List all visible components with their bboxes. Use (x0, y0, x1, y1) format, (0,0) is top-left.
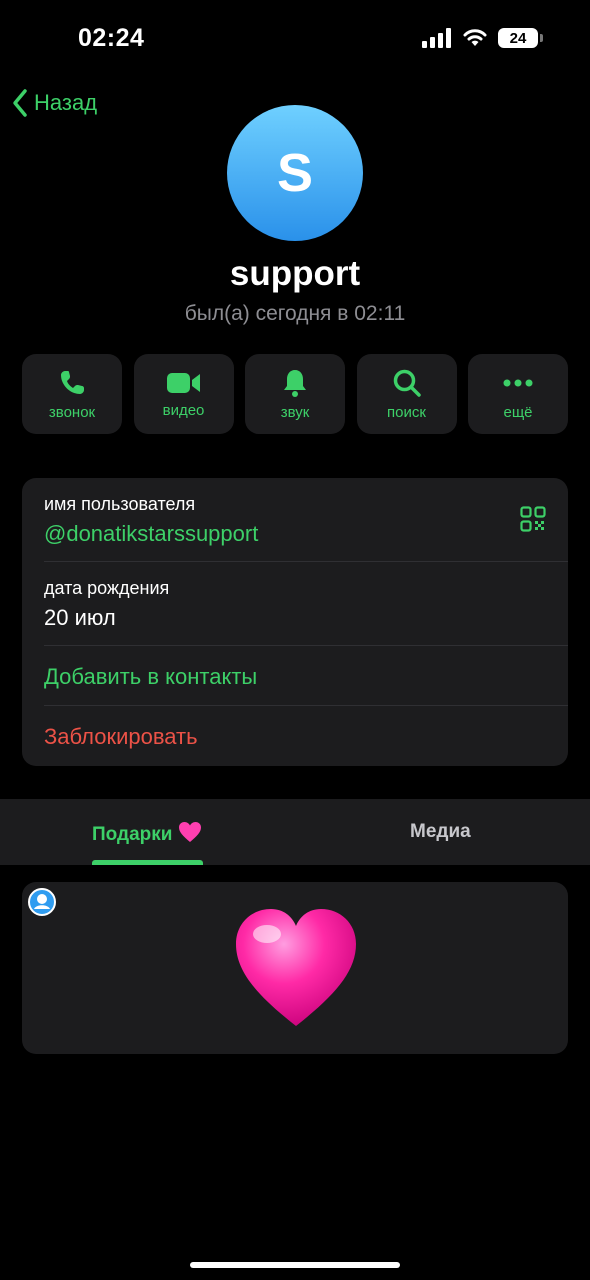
divider (44, 645, 568, 646)
more-button[interactable]: ещё (468, 354, 568, 434)
divider (44, 705, 568, 706)
more-dots-icon (503, 379, 533, 386)
username-label: имя пользователя (44, 494, 196, 514)
profile-name: support (229, 254, 361, 293)
back-label: Назад (34, 90, 98, 115)
birthday-row: дата рождения 20 июл (44, 578, 568, 631)
more-label: ещё (503, 403, 533, 421)
cellular-signal-icon (422, 28, 451, 48)
battery-indicator: 24 (498, 28, 543, 48)
home-indicator[interactable] (190, 1262, 400, 1268)
gift-item[interactable] (22, 882, 568, 1054)
info-card: имя пользователя @donatikstarssupport да… (22, 478, 568, 766)
avatar-letter: S (276, 143, 314, 203)
sound-button[interactable]: звук (245, 354, 345, 434)
status-time: 02:24 (78, 24, 145, 52)
birthday-label: дата рождения (44, 578, 170, 598)
video-button[interactable]: видео (133, 354, 234, 434)
username-value[interactable]: @donatikstarssupport (44, 521, 568, 547)
wifi-icon (463, 29, 487, 46)
search-label: поиск (387, 403, 426, 421)
video-camera-icon (166, 372, 200, 393)
action-bar: звонок видео звук поиск ещё (22, 354, 568, 434)
username-row[interactable]: имя пользователя @donatikstarssupport (44, 494, 568, 547)
last-seen-status: был(а) сегодня в 02:11 (184, 302, 406, 325)
back-button[interactable]: Назад (12, 88, 97, 118)
qr-code-icon[interactable] (520, 506, 546, 532)
search-icon (393, 369, 421, 397)
call-label: звонок (48, 403, 96, 421)
active-tab-indicator (92, 860, 203, 865)
bell-icon (284, 369, 306, 397)
profile-tabs: Подарки Медиа (0, 799, 590, 865)
call-button[interactable]: звонок (22, 354, 122, 434)
avatar[interactable]: S (227, 105, 363, 241)
video-label: видео (162, 401, 205, 419)
chevron-left-icon (13, 89, 27, 117)
tab-media[interactable]: Медиа (410, 821, 471, 843)
phone-icon (61, 370, 84, 394)
gift-badge-icon (28, 888, 56, 916)
search-button[interactable]: поиск (356, 354, 457, 434)
status-icons: 24 (422, 28, 543, 48)
heart-gift-icon (236, 909, 356, 1026)
battery-level: 24 (509, 29, 527, 47)
divider (44, 561, 568, 562)
pink-heart-icon (178, 822, 201, 842)
add-contact-button[interactable]: Добавить в контакты (44, 664, 568, 690)
sound-label: звук (280, 403, 310, 421)
block-button[interactable]: Заблокировать (44, 724, 568, 750)
birthday-value: 20 июл (44, 605, 116, 630)
tab-gifts-label: Подарки (92, 824, 173, 845)
tab-gifts[interactable]: Подарки (92, 821, 202, 846)
